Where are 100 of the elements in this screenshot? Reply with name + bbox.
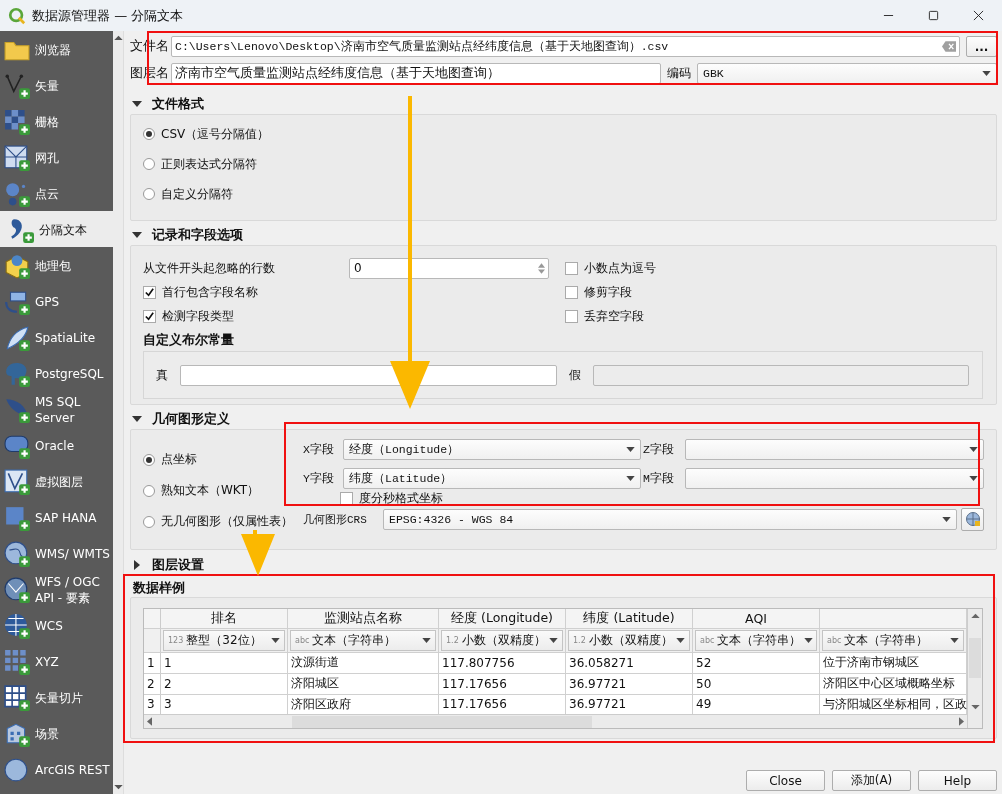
type-dropdown[interactable]: 1.2 小数（双精度）: [441, 629, 563, 651]
field-dropdown[interactable]: [685, 439, 984, 460]
sidebar-item[interactable]: XYZ: [0, 643, 113, 679]
column-header: 监测站点名称: [288, 609, 439, 628]
scroll-right-icon[interactable]: [959, 717, 964, 727]
radio-button[interactable]: [143, 453, 155, 466]
table-cell: 36.97721: [566, 673, 693, 694]
dialog-button[interactable]: Help: [918, 770, 997, 791]
sidebar-item[interactable]: 分隔文本: [0, 211, 113, 247]
vertical-scrollbar[interactable]: [967, 609, 982, 728]
field-label: X字段: [303, 442, 335, 457]
checkerboard-icon: [4, 108, 30, 135]
type-dropdown[interactable]: 1.2 小数（双精度）: [568, 629, 690, 651]
sidebar-item[interactable]: 点云: [0, 175, 113, 211]
spin-arrows-icon: [538, 261, 545, 275]
scroll-left-icon[interactable]: [147, 717, 152, 727]
sidebar-item[interactable]: SpatiaLite: [0, 319, 113, 355]
field-dropdown[interactable]: 纬度（Latitude）: [343, 468, 641, 489]
type-dropdown[interactable]: abc 文本（字符串）: [822, 629, 964, 651]
table-cell: 汶源街道: [288, 652, 439, 673]
sidebar-item[interactable]: 矢量切片: [0, 679, 113, 715]
app-logo-icon: [8, 6, 26, 25]
crs-dropdown[interactable]: EPSG:4326 - WGS 84: [383, 508, 957, 530]
sidebar-item[interactable]: WCS: [0, 607, 113, 643]
sidebar-item[interactable]: 虚拟图层: [0, 463, 113, 499]
sidebar-item[interactable]: WFS / OGC API - 要素: [0, 571, 113, 607]
checkbox[interactable]: [143, 285, 156, 299]
close-icon[interactable]: [973, 10, 984, 21]
file-path-field[interactable]: C:\Users\Lenovo\Desktop\济南市空气质量监测站点经纬度信息（基于天地图查询）.csv: [171, 36, 960, 57]
caret-icon: [969, 476, 978, 481]
input-field[interactable]: [180, 364, 557, 386]
sidebar-item[interactable]: 浏览器: [0, 31, 113, 67]
field-label: 假: [568, 366, 581, 384]
crs-selector-button[interactable]: [961, 507, 984, 531]
dialog-button[interactable]: 添加(A): [832, 770, 911, 791]
polygon-icon: [4, 468, 30, 495]
scroll-up-icon[interactable]: [970, 613, 980, 618]
polyline-icon: [4, 72, 30, 99]
collapse-icon: [132, 98, 142, 109]
type-dropdown[interactable]: 123 整型（32位）: [163, 629, 285, 651]
cube-icon: [4, 252, 30, 279]
square-icon: [4, 504, 30, 531]
checkbox[interactable]: [565, 309, 578, 323]
radio-button[interactable]: [143, 484, 155, 497]
section-header[interactable]: 几何图形定义: [130, 408, 997, 429]
field-label: Z字段: [643, 442, 675, 457]
sidebar-item[interactable]: 栅格: [0, 103, 113, 139]
field-dropdown[interactable]: 经度（Longitude）: [343, 439, 641, 460]
field-dropdown[interactable]: [685, 468, 984, 489]
row-number: 2: [144, 673, 161, 694]
sidebar-item[interactable]: PostgreSQL: [0, 355, 113, 391]
clear-icon[interactable]: [942, 41, 956, 52]
field-label: 几何图形CRS: [303, 512, 368, 527]
checkbox[interactable]: [143, 309, 156, 323]
table-cell: 117.17656: [439, 673, 566, 694]
radio-button[interactable]: [143, 515, 155, 528]
option-label: 点坐标: [161, 451, 197, 468]
sidebar-item[interactable]: ArcGIS REST: [0, 751, 113, 787]
collapse-icon: [132, 229, 142, 240]
caret-icon: [942, 516, 951, 522]
sidebar-item[interactable]: 网孔: [0, 139, 113, 175]
type-dropdown[interactable]: abc 文本（字符串）: [695, 629, 817, 651]
section-header[interactable]: 文件格式: [130, 93, 997, 114]
maximize-icon[interactable]: [928, 10, 939, 21]
table-cell: 济阳城区: [288, 673, 439, 694]
scroll-up-icon[interactable]: [113, 35, 123, 40]
caret-icon: [804, 637, 814, 643]
type-dropdown[interactable]: abc 文本（字符串）: [290, 629, 436, 651]
option-label: 正则表达式分隔符: [161, 155, 257, 173]
radio-button[interactable]: [143, 128, 155, 140]
radio-button[interactable]: [143, 188, 155, 200]
grid-icon: [4, 684, 30, 711]
dialog-button[interactable]: Close: [746, 770, 825, 791]
table-cell: 117.807756: [439, 652, 566, 673]
section-header[interactable]: 图层设置: [130, 554, 997, 575]
sidebar-item[interactable]: Oracle: [0, 427, 113, 463]
radio-button[interactable]: [143, 158, 155, 170]
horizontal-scrollbar[interactable]: [144, 714, 967, 728]
field-label: 编码: [666, 65, 692, 82]
checkbox[interactable]: [340, 491, 353, 505]
number-spinbox[interactable]: 0: [349, 257, 549, 279]
browse-button[interactable]: ...: [966, 36, 997, 57]
caret-icon: [549, 637, 558, 643]
encoding-dropdown[interactable]: GBK: [697, 63, 997, 84]
sidebar-item[interactable]: MS SQL Server: [0, 391, 113, 427]
sidebar-item[interactable]: 场景: [0, 715, 113, 751]
caret-icon: [271, 637, 280, 643]
column-header: 经度 (Longitude): [439, 609, 566, 628]
section-header[interactable]: 记录和字段选项: [130, 224, 997, 245]
sidebar-item[interactable]: SAP HANA: [0, 499, 113, 535]
sidebar-item[interactable]: WMS/ WMTS: [0, 535, 113, 571]
scroll-down-icon[interactable]: [113, 785, 123, 790]
layer-name-field[interactable]: 济南市空气质量监测站点经纬度信息（基于天地图查询）: [171, 63, 661, 84]
checkbox[interactable]: [565, 261, 578, 275]
checkbox[interactable]: [565, 285, 578, 299]
sidebar-item[interactable]: 地理包: [0, 247, 113, 283]
table-cell: 1: [161, 652, 288, 673]
sidebar-item[interactable]: GPS: [0, 283, 113, 319]
sidebar-item[interactable]: 矢量: [0, 67, 113, 103]
scroll-down-icon[interactable]: [970, 705, 980, 710]
